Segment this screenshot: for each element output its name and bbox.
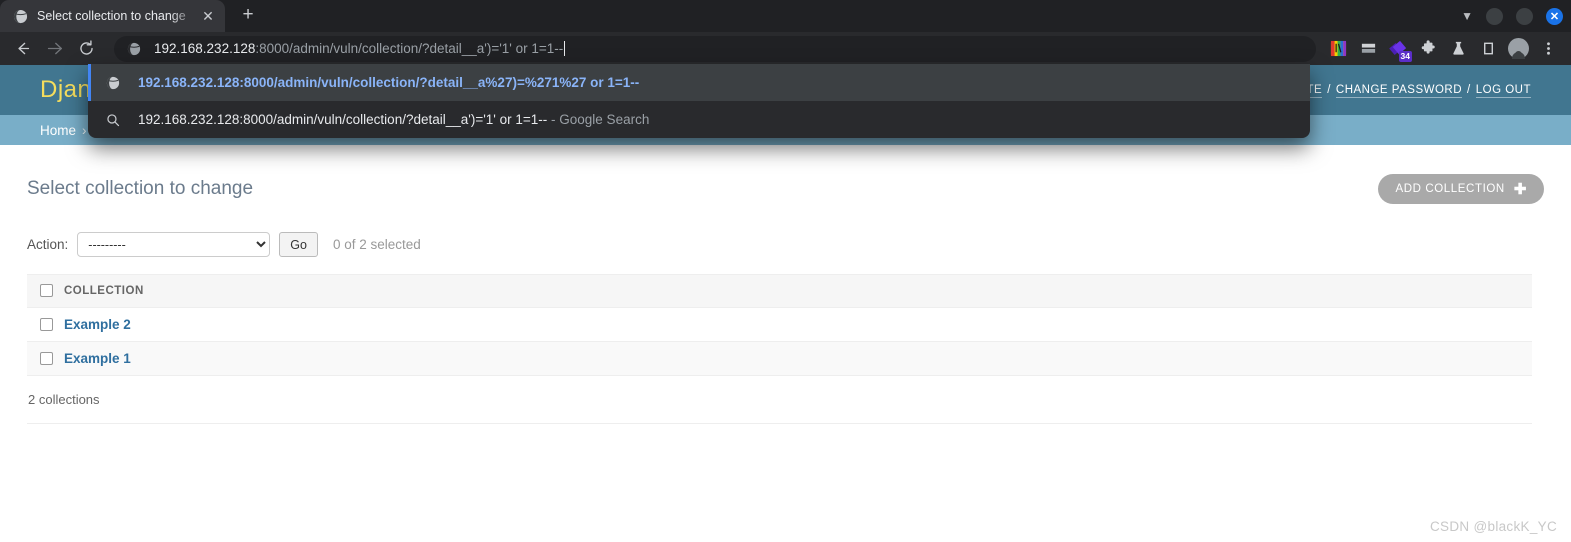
collection-link[interactable]: Example 1 (64, 351, 131, 366)
globe-icon (105, 75, 121, 91)
link-separator: / (1467, 84, 1471, 96)
change-password-link[interactable]: CHANGE PASSWORD (1335, 84, 1463, 98)
row-name-cell: Example 1 (64, 341, 1532, 376)
profile-avatar-icon[interactable] (1503, 35, 1533, 63)
action-select[interactable]: --------- (77, 232, 271, 257)
collection-link[interactable]: Example 2 (64, 317, 131, 332)
suggestion-query: 192.168.232.128:8000/admin/vuln/collecti… (138, 112, 548, 127)
row-select-cell (27, 341, 64, 376)
content-divider (27, 423, 1532, 424)
close-icon[interactable]: ✕ (199, 7, 217, 25)
row-select-cell (27, 307, 64, 342)
select-all-checkbox[interactable] (40, 284, 53, 297)
omnibox-suggestions: 192.168.232.128:8000/admin/vuln/collecti… (88, 64, 1310, 138)
suggestion-text: 192.168.232.128:8000/admin/vuln/collecti… (138, 112, 649, 127)
row-checkbox[interactable] (40, 318, 53, 331)
address-path: :8000/admin/vuln/collection/?detail__a')… (255, 41, 564, 56)
go-button[interactable]: Go (279, 232, 318, 257)
three-dot-menu-icon[interactable] (1533, 35, 1563, 63)
search-icon (105, 112, 121, 128)
window-controls: ▼ ✕ (1461, 0, 1563, 32)
purple-diamond-extension-icon[interactable]: 34 (1383, 35, 1413, 63)
globe-icon (12, 8, 28, 24)
breadcrumb-home[interactable]: Home (40, 123, 76, 138)
browser-window: Select collection to change ✕ + ▼ ✕ 192.… (0, 0, 1571, 542)
selected-count: 0 of 2 selected (332, 237, 421, 252)
select-all-header (27, 274, 64, 308)
address-host: 192.168.232.128 (154, 41, 256, 56)
page-title-row: Select collection to change ADD COLLECTI… (27, 171, 1544, 207)
action-bar: Action: --------- Go 0 of 2 selected (27, 232, 1544, 257)
watermark: CSDN @blackK_YC (1430, 519, 1557, 534)
extension-badge-count: 34 (1398, 50, 1412, 62)
square-outline-icon[interactable] (1473, 35, 1503, 63)
globe-icon (126, 41, 142, 57)
close-window-button[interactable]: ✕ (1546, 7, 1563, 25)
table-row: Example 2 (27, 307, 1532, 342)
flask-beaker-icon[interactable] (1443, 35, 1473, 63)
action-label: Action: (27, 237, 69, 252)
add-collection-button[interactable]: ADD COLLECTION ✚ (1378, 174, 1544, 204)
new-tab-button[interactable]: + (233, 1, 263, 31)
browser-tab[interactable]: Select collection to change ✕ (0, 0, 225, 32)
column-header-collection: COLLECTION (64, 274, 1532, 308)
suggestion-item-url[interactable]: 192.168.232.128:8000/admin/vuln/collecti… (88, 64, 1310, 101)
toolbar-extension-icons: 34 (1323, 35, 1563, 63)
django-content: Select collection to change ADD COLLECTI… (0, 145, 1571, 424)
row-count: 2 collections (28, 392, 100, 407)
table-header-row: COLLECTION (27, 274, 1532, 308)
address-bar[interactable]: 192.168.232.128:8000/admin/vuln/collecti… (114, 35, 1316, 62)
row-name-cell: Example 2 (64, 307, 1532, 342)
tab-strip: Select collection to change ✕ + ▼ ✕ (0, 0, 1571, 32)
text-caret (564, 41, 566, 56)
suggestion-engine-suffix: - Google Search (547, 112, 650, 127)
chevron-down-icon[interactable]: ▼ (1461, 9, 1473, 23)
suggestion-item-search[interactable]: 192.168.232.128:8000/admin/vuln/collecti… (88, 101, 1310, 138)
results-table: COLLECTION Example 2 Example 1 (27, 274, 1532, 376)
link-separator: / (1327, 84, 1331, 96)
maximize-button[interactable] (1516, 7, 1533, 25)
arrow-left-icon[interactable] (8, 35, 36, 63)
address-bar-text: 192.168.232.128:8000/admin/vuln/collecti… (154, 41, 566, 56)
plus-icon: ✚ (1513, 180, 1527, 198)
gray-bars-extension-icon[interactable] (1353, 35, 1383, 63)
reload-icon[interactable] (72, 35, 100, 63)
log-out-link[interactable]: LOG OUT (1475, 84, 1531, 98)
row-checkbox[interactable] (40, 352, 53, 365)
tab-title: Select collection to change (37, 9, 186, 23)
table-row: Example 1 (27, 341, 1532, 376)
rainbow-extension-icon[interactable] (1323, 35, 1353, 63)
suggestion-text: 192.168.232.128:8000/admin/vuln/collecti… (138, 75, 640, 90)
minimize-button[interactable] (1486, 7, 1503, 25)
arrow-right-icon[interactable] (40, 35, 68, 63)
puzzle-extensions-icon[interactable] (1413, 35, 1443, 63)
add-collection-label: ADD COLLECTION (1395, 183, 1505, 195)
browser-toolbar: 192.168.232.128:8000/admin/vuln/collecti… (0, 32, 1571, 65)
page-title: Select collection to change (27, 178, 254, 199)
